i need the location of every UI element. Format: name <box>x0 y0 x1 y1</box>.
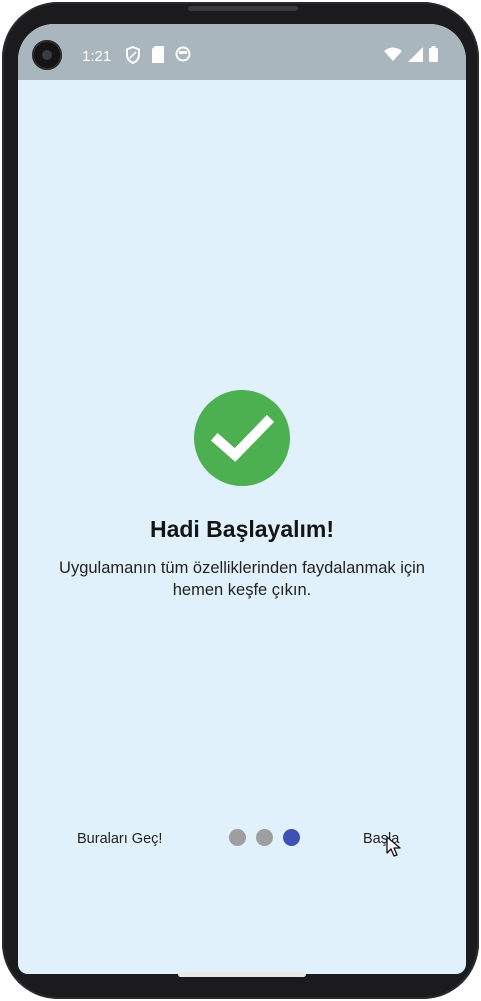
skip-button[interactable]: Buraları Geç! <box>77 831 162 847</box>
check-circle-icon <box>194 390 290 486</box>
front-camera <box>32 40 62 70</box>
onboarding-navigation: Buraları Geç! Başla <box>18 824 466 857</box>
page-dot-2 <box>256 829 273 846</box>
status-icons-right <box>384 46 438 67</box>
sim-card-icon <box>151 46 167 64</box>
onboarding-subtitle: Uygulamanın tüm özelliklerinden faydalan… <box>59 559 425 599</box>
wifi-icon <box>384 47 402 66</box>
onboarding-title: Hadi Başlayalım! <box>149 516 335 542</box>
shield-icon <box>125 45 141 65</box>
battery-icon <box>429 46 438 67</box>
home-indicator[interactable] <box>178 972 306 977</box>
page-dot-3-active <box>283 829 300 846</box>
page-indicator <box>229 829 300 846</box>
app-screen: 1:21 Hadi Başlayalım! Uygulamanın tüm öz… <box>18 24 466 974</box>
phone-frame: 1:21 Hadi Başlayalım! Uygulamanın tüm öz… <box>2 2 479 999</box>
face-icon <box>175 46 191 64</box>
status-bar: 1:21 <box>18 24 466 80</box>
signal-icon <box>408 46 423 67</box>
page-dot-1 <box>229 829 246 846</box>
mouse-cursor-icon <box>385 836 403 863</box>
status-time: 1:21 <box>82 48 112 65</box>
earpiece-speaker <box>188 6 298 11</box>
onboarding-content: Hadi Başlayalım! Uygulamanın tüm özellik… <box>18 390 466 601</box>
